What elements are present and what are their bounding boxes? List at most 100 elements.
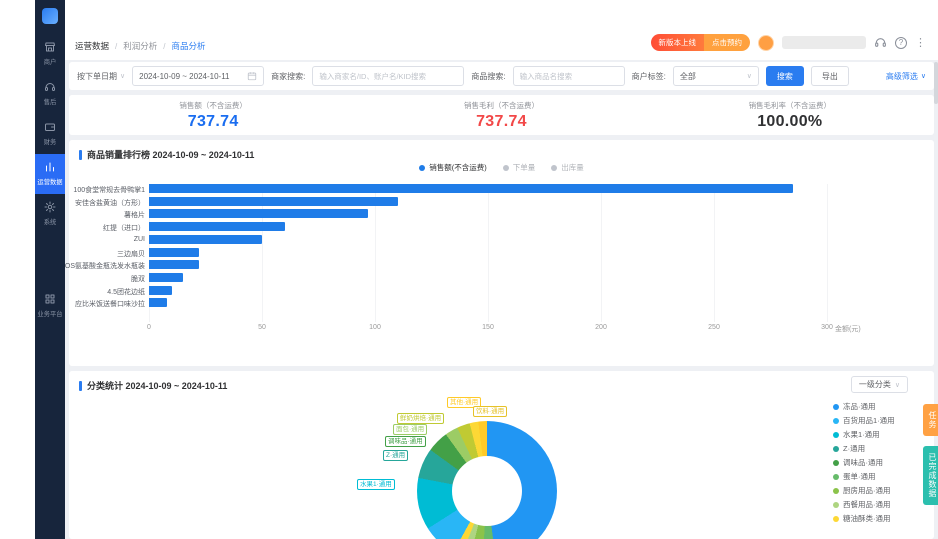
donut-hole xyxy=(452,456,522,526)
help-icon[interactable]: ? xyxy=(895,36,907,49)
pie-legend-item-0[interactable]: 冻品·通用 xyxy=(833,401,895,412)
chevron-down-icon: ∨ xyxy=(120,73,126,80)
product-search-label: 商品搜索: xyxy=(471,71,506,81)
legend-dot xyxy=(833,445,839,452)
pie-legend-item-3[interactable]: Z·通用 xyxy=(833,443,895,454)
edge-tab-1[interactable]: 已完成数据 xyxy=(923,446,938,505)
legend-label: 出库量 xyxy=(561,163,584,172)
legend-label: 下单量 xyxy=(512,163,536,172)
export-button[interactable]: 导出 xyxy=(810,66,849,86)
promo-banner[interactable]: 新版本上线 点击预约 xyxy=(650,34,750,51)
bar-8 xyxy=(149,285,172,295)
pie-legend-item-2[interactable]: 水果1·通用 xyxy=(833,429,895,440)
merchant-search-input[interactable] xyxy=(312,66,465,86)
donut-callout-2: 鲜奶烘焙·通用 xyxy=(397,413,445,424)
pie-legend-item-5[interactable]: 蛋单·通用 xyxy=(833,471,895,482)
product-search-input[interactable] xyxy=(512,66,625,86)
stat-label: 销售毛利率（不含运费） xyxy=(748,100,832,110)
legend-dot xyxy=(833,501,839,508)
advanced-filter-link[interactable]: 高级筛选 ∨ xyxy=(886,71,926,82)
bar-category-label: 薯格片 xyxy=(124,212,145,220)
pie-legend-item-1[interactable]: 百货用品1·通用 xyxy=(833,415,895,426)
merchant-tag-label: 商户标签: xyxy=(631,71,666,81)
bar-1 xyxy=(149,196,398,206)
bar-category-label: ZUI xyxy=(133,235,145,243)
sidebar-item-3[interactable]: 运营数据 xyxy=(35,154,65,194)
stat-label: 销售额（不含运费） xyxy=(179,100,247,110)
legend-item-0[interactable]: 销售额(不含运费) xyxy=(419,162,487,173)
more-icon[interactable]: ⋮ xyxy=(915,36,926,49)
wallet-icon xyxy=(44,121,56,135)
bar-category-label: 4.5团花边纸 xyxy=(107,288,145,296)
category-level-label: 一级分类 xyxy=(858,380,891,389)
pie-chart-card: 分类统计 2024-10-09 ~ 2024-10-11 一级分类 ∨ 其他·通… xyxy=(69,371,934,539)
legend-label: 百货用品1·通用 xyxy=(843,416,895,425)
stats-row: 销售额（不含运费） 737.74 销售毛利（不含运费） 737.74 销售毛利率（不含运… xyxy=(69,95,934,135)
legend-item-2[interactable]: 出库量 xyxy=(551,162,584,173)
sidebar-item-0[interactable]: 商户 xyxy=(35,34,65,74)
stat-label: 销售毛利（不含运费） xyxy=(463,100,539,110)
breadcrumb-item-1[interactable]: 利润分析 xyxy=(123,40,157,52)
merchant-tag-select[interactable]: 全部 ∨ xyxy=(672,66,759,86)
user-name-redacted xyxy=(782,36,866,49)
date-type-select[interactable]: 按下单日期 ∨ xyxy=(77,71,125,82)
breadcrumb-separator: / xyxy=(115,41,118,51)
page: 商户 售后 财务 运营数据 系统 业务平台 运营数据 / 利润分析 / 商品分析 新版本上线 点击… xyxy=(0,0,938,539)
sidebar-item-label: 商户 xyxy=(43,59,57,66)
calendar-icon xyxy=(247,72,257,81)
bar-4 xyxy=(149,234,262,244)
headset-icon xyxy=(44,81,56,95)
legend-dot xyxy=(551,164,558,171)
app-logo xyxy=(42,8,58,24)
title-accent-bar xyxy=(79,149,82,160)
avatar[interactable] xyxy=(758,34,774,51)
x-axis-unit-label: 金额(元) xyxy=(835,326,861,333)
bar-category-label: 100食堂常规去骨鸭掌1 xyxy=(73,187,145,194)
merchant-search-label: 商家搜索: xyxy=(271,71,306,81)
headset-icon[interactable] xyxy=(874,36,887,49)
sidebar-item-5[interactable]: 业务平台 xyxy=(35,286,65,326)
legend-dot xyxy=(833,459,839,466)
bar-chart-title: 商品销量排行榜 2024-10-09 ~ 2024-10-11 xyxy=(79,148,254,161)
pie-legend-item-4[interactable]: 调味品·通用 xyxy=(833,457,895,468)
legend-item-1[interactable]: 下单量 xyxy=(502,162,536,173)
legend-dot xyxy=(833,487,839,494)
sidebar-item-4[interactable]: 系统 xyxy=(35,194,65,234)
pie-legend-item-7[interactable]: 西餐用品·通用 xyxy=(833,499,895,510)
category-level-select[interactable]: 一级分类 ∨ xyxy=(850,376,908,393)
legend-dot xyxy=(502,164,509,171)
pie-legend-item-6[interactable]: 厨房用品·通用 xyxy=(833,485,895,496)
bar-6 xyxy=(149,260,199,270)
sidebar-item-label: 业务平台 xyxy=(37,311,63,318)
bar-2 xyxy=(149,209,369,219)
legend-label: 冻品·通用 xyxy=(843,402,876,411)
gear-icon xyxy=(44,201,56,215)
bar-chart-plot: 100食堂常规去骨鸭掌1 安佳含盐黄油（方形） 薯格片 红提（进口） ZUI 三边扇贝 KO… xyxy=(60,184,934,324)
bar-chart-title-text: 商品销量排行榜 2024-10-09 ~ 2024-10-11 xyxy=(87,150,255,160)
sidebar-item-1[interactable]: 售后 xyxy=(35,74,65,114)
legend-dot xyxy=(419,164,426,171)
legend-dot xyxy=(833,431,839,438)
search-button[interactable]: 搜索 xyxy=(765,66,804,86)
store-icon xyxy=(44,41,56,55)
x-tick-label: 50 xyxy=(258,324,266,331)
legend-dot xyxy=(833,417,839,424)
promo-action: 点击预约 xyxy=(704,34,750,51)
x-tick-label: 150 xyxy=(482,324,494,331)
sidebar-item-2[interactable]: 财务 xyxy=(35,114,65,154)
stat-block-2: 销售毛利率（不含运费） 100.00% xyxy=(646,100,934,131)
scrollbar-thumb[interactable] xyxy=(934,62,938,104)
legend-label: 厨房用品·通用 xyxy=(843,486,891,495)
bar-0 xyxy=(149,184,794,193)
bar-category-label: 应比米饭送餐口味沙拉 xyxy=(75,301,145,309)
breadcrumb-item-0[interactable]: 运营数据 xyxy=(75,40,109,52)
edge-tab-0[interactable]: 任务 xyxy=(923,404,938,436)
breadcrumb-item-2[interactable]: 商品分析 xyxy=(172,40,206,52)
chevron-down-icon: ∨ xyxy=(894,381,900,389)
promo-text: 新版本上线 xyxy=(650,34,704,51)
pie-legend-item-8[interactable]: 糖油酥类·通用 xyxy=(833,513,895,524)
sidebar-nav: 商户售后 财务 运营数据 系统业务平台 xyxy=(35,34,65,326)
date-range-input[interactable]: 2024-10-09 ~ 2024-10-11 xyxy=(132,66,265,86)
stat-block-1: 销售毛利（不含运费） 737.74 xyxy=(357,100,645,131)
bar-3 xyxy=(149,222,285,232)
